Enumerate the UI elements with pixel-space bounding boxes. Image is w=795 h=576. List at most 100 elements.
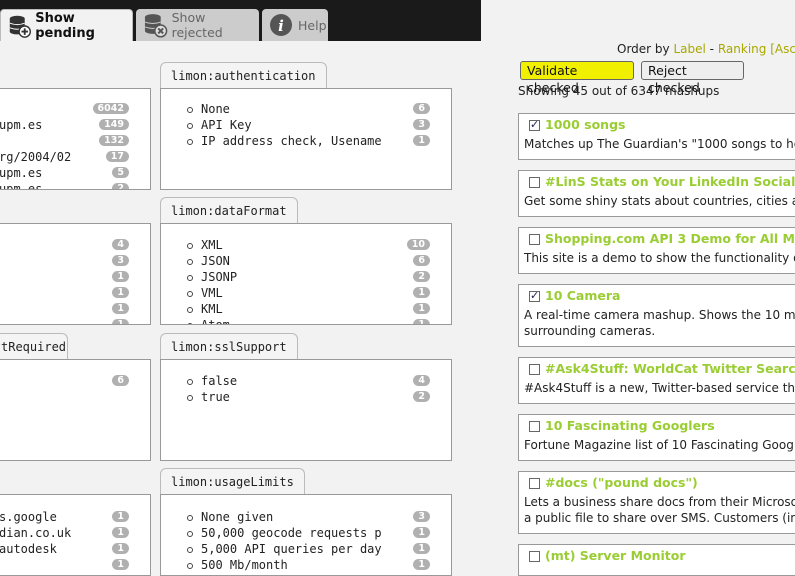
tab-show-rejected[interactable]: Show rejected: [136, 9, 259, 41]
validate-checked-button[interactable]: Validate checked: [520, 61, 634, 95]
facet-item[interactable]: upm.es 2: [0, 181, 150, 189]
facet-title-sslsupport[interactable]: limon:sslSupport: [160, 333, 298, 360]
facet-item[interactable]: 4: [0, 237, 150, 253]
facet-item[interactable]: upm.es 149: [0, 117, 150, 133]
facet-item[interactable]: VML 1: [161, 285, 451, 301]
mashup-title[interactable]: 10 Camera: [545, 288, 620, 303]
facet-item[interactable]: 1: [0, 557, 150, 573]
mashup-item: 10 Camera A real-time camera mashup. Sho…: [518, 284, 795, 347]
mashup-checkbox[interactable]: [529, 421, 540, 432]
facet-item[interactable]: None 6: [161, 101, 451, 117]
mashup-checkbox[interactable]: [529, 234, 540, 245]
facet-box-usagelimits: None given 3 50,000 geocode requests p1 5…: [160, 494, 452, 576]
mashup-description: #Ask4Stuff is a new, Twitter-based servi…: [524, 381, 795, 395]
tab-label: Show rejected: [171, 10, 223, 40]
bullet-icon: [187, 515, 193, 521]
facet-item[interactable]: KML 1: [161, 301, 451, 317]
bullet-icon: [187, 139, 193, 145]
mashup-description: Get some shiny stats about countries, ci…: [524, 194, 795, 208]
bullet-icon: [187, 531, 193, 537]
bullet-icon: [187, 291, 193, 297]
facet-box-dataformat: XML 10 JSON 6 JSONP 2 VML 1 KML 1 Atom 1: [160, 223, 452, 325]
mashup-checkbox[interactable]: [529, 551, 540, 562]
facet-title-dataformat[interactable]: limon:dataFormat: [160, 197, 298, 224]
bullet-icon: [187, 323, 193, 324]
facet-item[interactable]: s.google 1: [0, 509, 150, 525]
facet-item[interactable]: rg/2004/02 17: [0, 149, 150, 165]
facet-item[interactable]: 50,000 geocode requests p1: [161, 525, 451, 541]
facet-item[interactable]: 6042: [0, 101, 150, 117]
facet-item[interactable]: 1: [0, 301, 150, 317]
facet-title-authentication[interactable]: limon:authentication: [160, 62, 327, 89]
mashup-title[interactable]: #LinS Stats on Your LinkedIn Social Gra: [545, 174, 795, 189]
bullet-icon: [187, 243, 193, 249]
count-badge: 17: [105, 151, 129, 162]
mashup-item: #LinS Stats on Your LinkedIn Social Gra …: [518, 170, 795, 217]
tab-label: Show pending: [35, 10, 95, 41]
count-badge: 3: [413, 511, 430, 522]
facet-box-left-4: s.google 1 dian.co.uk 1 autodesk 1 1: [0, 494, 151, 576]
order-by-label-link[interactable]: Label: [673, 42, 705, 56]
facet-item[interactable]: true 2: [161, 389, 451, 405]
mashup-checkbox[interactable]: [529, 478, 540, 489]
count-badge: 1: [112, 287, 129, 298]
count-badge: 1: [112, 527, 129, 538]
bullet-icon: [187, 107, 193, 113]
facet-item[interactable]: None given 3: [161, 509, 451, 525]
facet-title-left-3[interactable]: tRequired: [0, 333, 68, 360]
mashup-item: 1000 songs Matches up The Guardian's "10…: [518, 113, 795, 160]
mashup-title[interactable]: 10 Fascinating Googlers: [545, 418, 715, 433]
facet-box-left-3: 6: [0, 359, 151, 461]
mashup-checkbox[interactable]: [529, 118, 540, 131]
facet-item[interactable]: false 4: [161, 373, 451, 389]
count-badge: 1: [112, 303, 129, 314]
mashup-title[interactable]: 1000 songs: [545, 117, 625, 132]
facet-item[interactable]: dian.co.uk 1: [0, 525, 150, 541]
mashup-description: Lets a business share docs from their Mi…: [524, 495, 795, 525]
count-badge: 132: [99, 135, 129, 146]
facet-item[interactable]: IP address check, Usename 1: [161, 133, 451, 149]
bullet-icon: [187, 259, 193, 265]
tab-show-pending[interactable]: Show pending: [0, 9, 133, 41]
facet-item[interactable]: Atom 1: [161, 317, 451, 324]
mashup-description: Matches up The Guardian's "1000 songs to…: [524, 137, 795, 151]
count-badge: 1: [112, 543, 129, 554]
facet-item[interactable]: upm.es 5: [0, 165, 150, 181]
facet-item[interactable]: autodesk 1: [0, 541, 150, 557]
count-badge: 4: [413, 375, 430, 386]
facet-item[interactable]: JSONP 2: [161, 269, 451, 285]
count-badge: 6: [413, 255, 430, 266]
mashup-title[interactable]: Shopping.com API 3 Demo for All Marke: [545, 231, 795, 246]
mashup-title[interactable]: #Ask4Stuff: WorldCat Twitter Search: [545, 361, 795, 376]
database-add-icon: [9, 15, 32, 38]
count-badge: 1: [112, 319, 129, 324]
mashup-checkbox[interactable]: [529, 177, 540, 188]
count-badge: 6: [413, 103, 430, 114]
facet-item[interactable]: 1: [0, 269, 150, 285]
facet-item[interactable]: 5,000 API queries per day 1: [161, 541, 451, 557]
mashup-checkbox[interactable]: [529, 364, 540, 375]
order-by-ranking-link[interactable]: Ranking [Asc]: [718, 42, 795, 56]
bullet-icon: [187, 379, 193, 385]
mashup-item: Shopping.com API 3 Demo for All Marke Th…: [518, 227, 795, 274]
facet-item[interactable]: 132: [0, 133, 150, 149]
facet-item[interactable]: 500 Mb/month 1: [161, 557, 451, 573]
count-badge: 1: [112, 511, 129, 522]
results-count: Showing 45 out of 6347 mashups: [518, 84, 720, 98]
facet-item[interactable]: XML 10: [161, 237, 451, 253]
facet-title-usagelimits[interactable]: limon:usageLimits: [160, 468, 305, 495]
facet-list: None 6 API Key 3 IP address check, Usename…: [161, 101, 451, 149]
facet-item[interactable]: JSON 6: [161, 253, 451, 269]
tab-help[interactable]: i Help: [262, 9, 328, 41]
facet-item[interactable]: 6: [0, 373, 150, 389]
svg-text:i: i: [278, 17, 284, 35]
facet-item[interactable]: 3: [0, 253, 150, 269]
facet-item[interactable]: API Key 3: [161, 117, 451, 133]
facet-item[interactable]: 1: [0, 317, 150, 324]
mashup-item: #docs ("pound docs") Lets a business sha…: [518, 471, 795, 534]
reject-checked-button[interactable]: Reject checked: [641, 61, 744, 95]
mashup-title[interactable]: #docs ("pound docs"): [545, 475, 698, 490]
facet-item[interactable]: 1: [0, 285, 150, 301]
count-badge: 1: [413, 287, 430, 298]
mashup-checkbox[interactable]: [529, 289, 540, 302]
